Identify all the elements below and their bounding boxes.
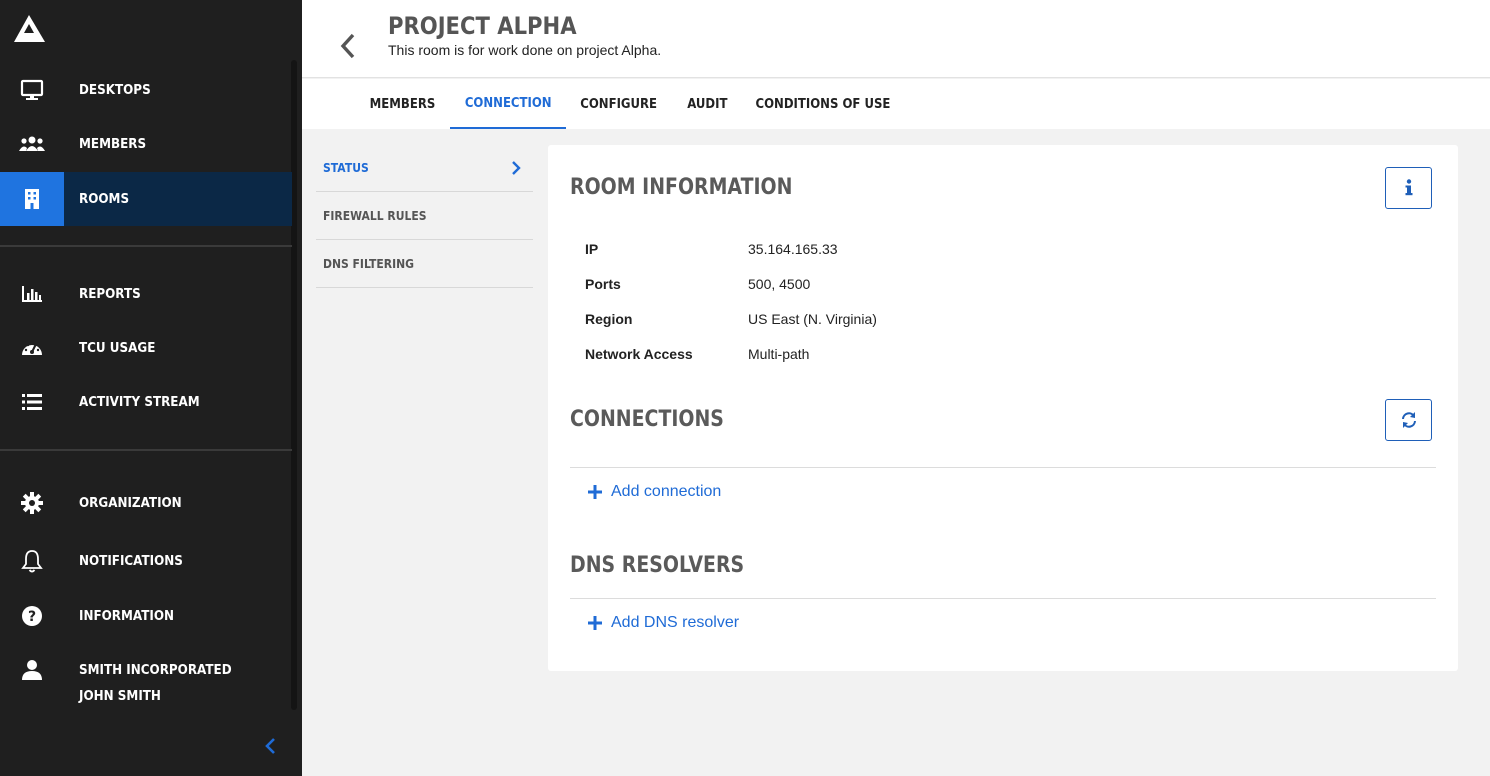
user-icon	[0, 652, 64, 688]
tab-conditions-of-use[interactable]: CONDITIONS OF USE	[746, 79, 900, 129]
sidebar-item-label: ORGANIZATION	[79, 495, 182, 511]
gauge-icon	[0, 321, 64, 375]
collapse-sidebar-button[interactable]	[258, 734, 282, 758]
sidebar-item-tcu-usage[interactable]: TCU USAGE	[0, 321, 292, 375]
sidebar-item-label: REPORTS	[79, 286, 141, 302]
user-account[interactable]: SMITH INCORPORATED JOHN SMITH	[0, 652, 292, 712]
tab-configure[interactable]: CONFIGURE	[568, 79, 670, 129]
monitor-icon	[0, 63, 64, 117]
sidebar: DESKTOPS MEMBERS ROOMS REPORTS TCU USAGE	[0, 0, 302, 776]
sidebar-item-organization[interactable]: ORGANIZATION	[0, 476, 292, 530]
sidebar-item-rooms[interactable]: ROOMS	[0, 172, 292, 226]
page-header: PROJECT ALPHA This room is for work done…	[302, 0, 1490, 78]
sidebar-item-label: ROOMS	[79, 191, 130, 207]
bell-icon	[0, 534, 64, 588]
info-value: 500, 4500	[748, 276, 811, 292]
sidebar-item-label: ACTIVITY STREAM	[79, 394, 200, 410]
add-dns-resolver-link[interactable]: Add DNS resolver	[588, 614, 739, 632]
subnav-item-dns-filtering[interactable]: DNS FILTERING	[316, 240, 533, 288]
sidebar-item-label: DESKTOPS	[79, 82, 151, 98]
sidebar-item-information[interactable]: ? INFORMATION	[0, 589, 292, 643]
tab-audit[interactable]: AUDIT	[672, 79, 742, 129]
info-icon	[1405, 179, 1412, 196]
question-circle-icon: ?	[0, 589, 64, 643]
sidebar-item-desktops[interactable]: DESKTOPS	[0, 63, 292, 117]
user-name: JOHN SMITH	[79, 689, 161, 704]
sidebar-item-reports[interactable]: REPORTS	[0, 267, 292, 321]
info-value: Multi-path	[748, 346, 810, 362]
sidebar-divider	[0, 449, 292, 451]
chevron-left-icon	[340, 33, 355, 59]
logo-mountain-icon[interactable]	[14, 14, 48, 44]
info-value: US East (N. Virginia)	[748, 311, 877, 327]
page-title: PROJECT ALPHA	[388, 12, 577, 40]
sidebar-item-label: INFORMATION	[79, 608, 175, 624]
info-key: Network Access	[585, 346, 693, 362]
subnav-item-status[interactable]: STATUS	[316, 144, 533, 192]
status-card: ROOM INFORMATION IP 35.164.165.33 Ports …	[548, 145, 1458, 671]
page-subtitle: This room is for work done on project Al…	[388, 42, 662, 58]
building-icon	[0, 172, 64, 226]
tab-members[interactable]: MEMBERS	[354, 79, 450, 129]
sidebar-item-members[interactable]: MEMBERS	[0, 117, 292, 171]
add-connection-label: Add connection	[611, 483, 722, 500]
back-button[interactable]	[336, 30, 360, 62]
users-icon	[0, 117, 64, 171]
sidebar-item-label: NOTIFICATIONS	[79, 553, 183, 569]
divider	[570, 467, 1436, 468]
subnav-item-firewall-rules[interactable]: FIREWALL RULES	[316, 192, 533, 240]
sidebar-item-notifications[interactable]: NOTIFICATIONS	[0, 534, 292, 588]
sidebar-item-activity-stream[interactable]: ACTIVITY STREAM	[0, 375, 292, 429]
chevron-right-icon	[512, 161, 521, 175]
refresh-button[interactable]	[1385, 399, 1432, 441]
info-key: Region	[585, 311, 633, 327]
list-icon	[0, 375, 64, 429]
user-organization: SMITH INCORPORATED	[79, 663, 232, 678]
plus-icon	[588, 616, 602, 630]
chevron-left-icon	[265, 738, 275, 754]
info-value: 35.164.165.33	[748, 241, 838, 257]
connections-title: CONNECTIONS	[570, 407, 724, 432]
refresh-icon	[1401, 412, 1416, 428]
dns-resolvers-title: DNS RESOLVERS	[570, 553, 745, 578]
gear-icon	[0, 476, 64, 530]
add-dns-resolver-label: Add DNS resolver	[611, 614, 740, 631]
svg-text:?: ?	[28, 609, 36, 625]
room-information-title: ROOM INFORMATION	[570, 175, 793, 200]
plus-icon	[588, 485, 602, 499]
sidebar-item-label: MEMBERS	[79, 136, 147, 152]
info-key: IP	[585, 241, 599, 257]
bar-chart-icon	[0, 267, 64, 321]
sidebar-item-label: TCU USAGE	[79, 340, 156, 356]
sidebar-divider	[0, 245, 292, 247]
add-connection-link[interactable]: Add connection	[588, 483, 721, 501]
divider	[570, 598, 1436, 599]
info-key: Ports	[585, 276, 621, 292]
tab-bar: MEMBERS CONNECTION CONFIGURE AUDIT CONDI…	[302, 79, 1490, 129]
info-button[interactable]	[1385, 167, 1432, 209]
tab-connection[interactable]: CONNECTION	[450, 79, 566, 129]
